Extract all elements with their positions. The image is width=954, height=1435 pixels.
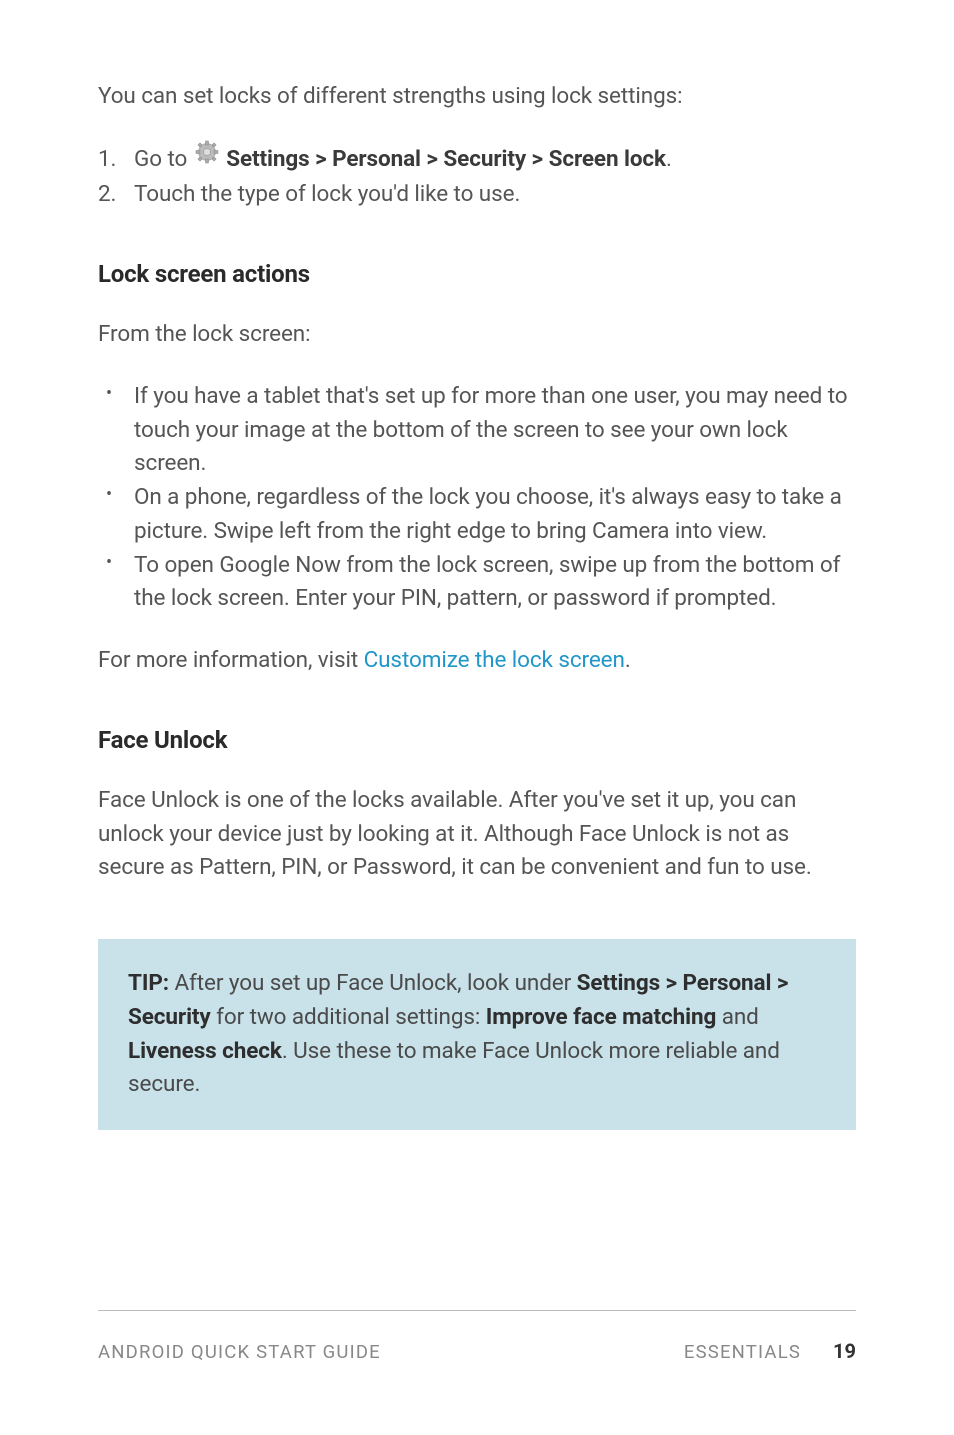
step-text-prefix: Go to [134,146,193,172]
more-info-suffix: . [625,647,631,673]
footer-guide-title: ANDROID QUICK START GUIDE [98,1341,381,1363]
step-number: 1. [98,142,116,177]
document-page: You can set locks of different strengths… [0,0,954,1130]
more-info-prefix: For more information, visit [98,647,364,673]
footer-divider [98,1310,856,1311]
step-1: 1. Go to [98,142,856,178]
step-suffix: . [666,146,672,172]
numbered-steps-list: 1. Go to [98,142,856,212]
tip-bold-setting-2: Liveness check [128,1038,282,1064]
face-unlock-section: Face Unlock Face Unlock is one of the lo… [98,726,856,1130]
page-number: 19 [833,1339,856,1363]
settings-gear-icon [195,140,219,175]
footer-section-label: ESSENTIALS [684,1341,801,1363]
step-2: 2. Touch the type of lock you'd like to … [98,177,856,212]
step-text: Touch the type of lock you'd like to use… [134,181,520,207]
tip-text: and [716,1004,759,1030]
customize-lock-screen-link[interactable]: Customize the lock screen [364,647,625,673]
tip-callout: TIP: After you set up Face Unlock, look … [98,939,856,1130]
lock-screen-intro: From the lock screen: [98,318,856,352]
tip-label: TIP: [128,970,169,996]
footer-row: ANDROID QUICK START GUIDE ESSENTIALS 19 [98,1339,856,1363]
bullet-item: If you have a tablet that's set up for m… [98,380,856,481]
page-footer: ANDROID QUICK START GUIDE ESSENTIALS 19 [98,1310,856,1363]
bullet-item: On a phone, regardless of the lock you c… [98,481,856,549]
section-heading-face-unlock: Face Unlock [98,726,856,754]
more-info-para: For more information, visit Customize th… [98,644,856,678]
face-unlock-para: Face Unlock is one of the locks availabl… [98,784,856,885]
section-heading-lock-screen: Lock screen actions [98,260,856,288]
tip-text: After you set up Face Unlock, look under [169,970,577,996]
footer-right-group: ESSENTIALS 19 [684,1339,856,1363]
step-bold-path: Settings > Personal > Security > Screen … [226,146,666,172]
tip-text: for two additional settings: [211,1004,486,1030]
tip-bold-setting-1: Improve face matching [486,1004,717,1030]
intro-paragraph: You can set locks of different strengths… [98,80,856,114]
step-number: 2. [98,177,116,212]
lock-screen-section: Lock screen actions From the lock screen… [98,260,856,678]
lock-screen-bullets: If you have a tablet that's set up for m… [98,380,856,616]
bullet-item: To open Google Now from the lock screen,… [98,549,856,617]
